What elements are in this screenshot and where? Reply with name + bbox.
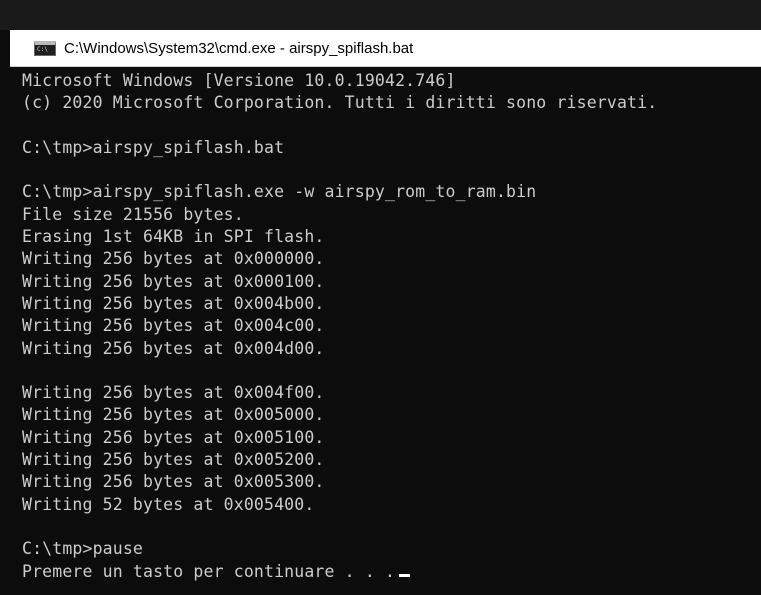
console-line: Erasing 1st 64KB in SPI flash. <box>22 227 325 247</box>
console-line: C:\tmp>airspy_spiflash.bat <box>22 137 285 157</box>
cmd-icon-text: C:\ <box>37 45 48 53</box>
cmd-window: C:\ C:\Windows\System32\cmd.exe - airspy… <box>0 0 761 595</box>
console-line: Writing 52 bytes at 0x005400. <box>22 494 315 514</box>
console-line-text: Premere un tasto per continuare . . . <box>22 561 396 581</box>
console-line: Writing 256 bytes at 0x005000. <box>22 405 325 425</box>
console-line: Writing 256 bytes at 0x000100. <box>22 271 325 291</box>
console-line: File size 21556 bytes. <box>22 204 244 224</box>
text-cursor <box>399 573 411 577</box>
console-line: Microsoft Windows [Versione 10.0.19042.7… <box>22 71 456 90</box>
console-line: Writing 256 bytes at 0x004b00. <box>22 293 325 313</box>
window-shadow <box>0 0 761 30</box>
console-line: Writing 256 bytes at 0x005300. <box>22 472 325 492</box>
console-line: Writing 256 bytes at 0x000000. <box>22 249 325 269</box>
cmd-console-icon: C:\ <box>34 40 56 56</box>
console-output[interactable]: Microsoft Windows [Versione 10.0.19042.7… <box>10 67 761 595</box>
console-line: Writing 256 bytes at 0x005200. <box>22 450 325 470</box>
console-line: Writing 256 bytes at 0x004f00. <box>22 383 325 403</box>
console-line: Writing 256 bytes at 0x004c00. <box>22 316 325 336</box>
console-line: C:\tmp>airspy_spiflash.exe -w airspy_rom… <box>22 182 537 202</box>
console-prompt-line: Premere un tasto per continuare . . . <box>22 561 761 583</box>
console-line: Writing 256 bytes at 0x005100. <box>22 427 325 447</box>
console-line: C:\tmp>pause <box>22 539 144 559</box>
title-bar[interactable]: C:\ C:\Windows\System32\cmd.exe - airspy… <box>10 30 761 67</box>
console-line: (c) 2020 Microsoft Corporation. Tutti i … <box>22 93 658 113</box>
console-line: Writing 256 bytes at 0x004d00. <box>22 338 325 358</box>
window-title: C:\Windows\System32\cmd.exe - airspy_spi… <box>64 39 414 57</box>
